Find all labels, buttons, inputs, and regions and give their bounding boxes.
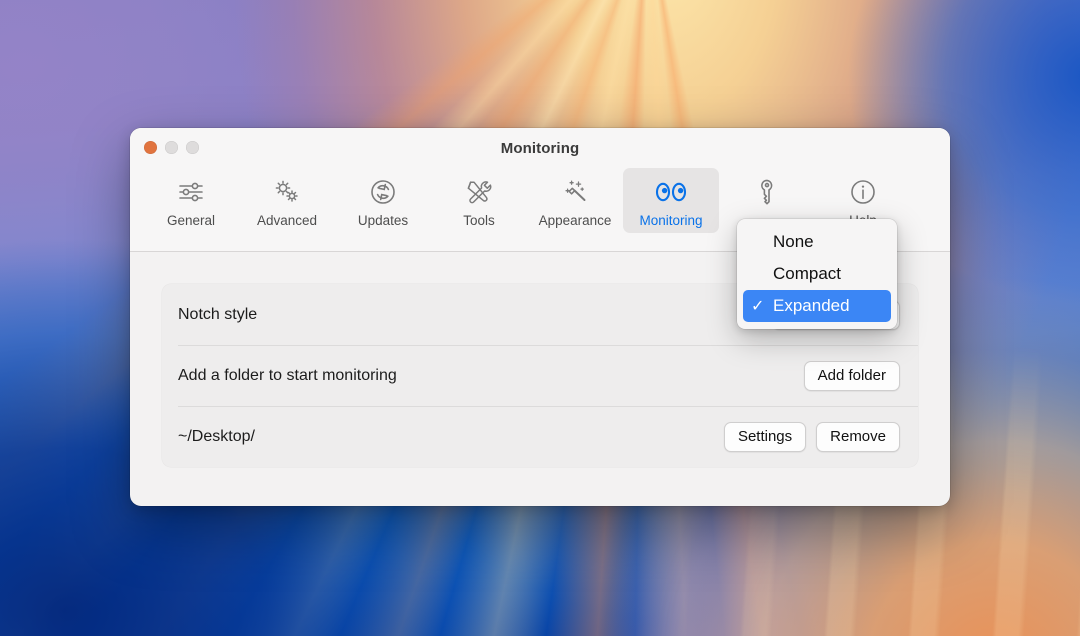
- toolbar-item-licence[interactable]: [719, 168, 815, 218]
- toolbar-item-general[interactable]: General: [143, 168, 239, 233]
- magicwand-icon: [559, 175, 591, 209]
- eyes-icon: [651, 175, 691, 209]
- row-notch-style-label: Notch style: [178, 305, 258, 323]
- preferences-window: Monitoring General Advanced Updates Tool…: [130, 128, 950, 506]
- toolbar-item-advanced-label: Advanced: [256, 213, 318, 228]
- toolbar-item-monitoring-label: Monitoring: [639, 213, 703, 228]
- info-icon: [847, 175, 879, 209]
- refresh-icon: [367, 175, 399, 209]
- menu-item-compact[interactable]: Compact: [743, 258, 891, 290]
- toolbar-item-appearance[interactable]: Appearance: [527, 168, 623, 233]
- tools-icon: [463, 175, 495, 209]
- row-add-folder: Add a folder to start monitoring Add fol…: [162, 345, 918, 406]
- sliders-icon: [175, 175, 207, 209]
- toolbar-item-monitoring[interactable]: Monitoring: [623, 168, 719, 233]
- row-add-folder-label: Add a folder to start monitoring: [178, 366, 397, 384]
- menu-item-expanded[interactable]: ✓ Expanded: [743, 290, 891, 322]
- menu-item-compact-label: Compact: [773, 264, 842, 283]
- toolbar-item-tools-label: Tools: [463, 213, 495, 228]
- menu-item-none[interactable]: None: [743, 226, 891, 258]
- notch-style-dropdown-menu[interactable]: None Compact ✓ Expanded: [737, 219, 897, 329]
- menu-item-none-label: None: [773, 232, 814, 251]
- folder-settings-button[interactable]: Settings: [723, 421, 807, 452]
- toolbar-item-updates[interactable]: Updates: [335, 168, 431, 233]
- desktop-wallpaper: Monitoring General Advanced Updates Tool…: [0, 0, 1080, 636]
- folder-remove-button[interactable]: Remove: [816, 421, 900, 452]
- toolbar-item-tools[interactable]: Tools: [431, 168, 527, 233]
- toolbar-item-advanced[interactable]: Advanced: [239, 168, 335, 233]
- key-icon: [751, 175, 783, 209]
- toolbar-item-general-label: General: [166, 213, 216, 228]
- monitored-folder-path: ~/Desktop/: [178, 427, 255, 445]
- toolbar-item-updates-label: Updates: [357, 213, 409, 228]
- checkmark-icon: ✓: [751, 298, 765, 315]
- gears-icon: [271, 175, 303, 209]
- row-monitored-folder-actions: Settings Remove: [723, 421, 900, 452]
- row-add-folder-actions: Add folder: [803, 360, 900, 391]
- toolbar-item-appearance-label: Appearance: [538, 213, 612, 228]
- add-folder-button[interactable]: Add folder: [803, 360, 900, 391]
- window-title: Monitoring: [500, 140, 580, 157]
- row-monitored-folder: ~/Desktop/ Settings Remove: [162, 406, 918, 467]
- menu-item-expanded-label: Expanded: [773, 296, 850, 315]
